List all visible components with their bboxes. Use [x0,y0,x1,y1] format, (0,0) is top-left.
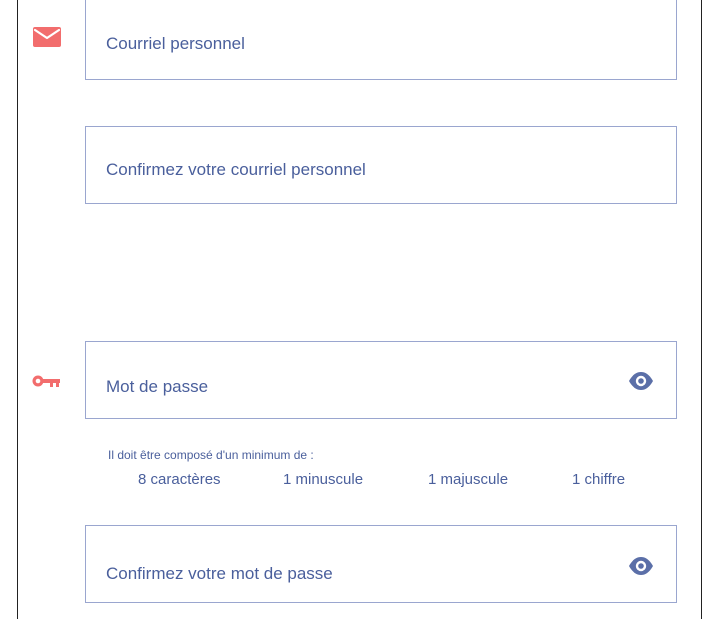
personal-email-placeholder: Courriel personnel [106,34,245,53]
requirement-lowercase: 1 minuscule [283,471,364,488]
eye-icon[interactable] [628,556,654,576]
eye-icon[interactable] [628,371,654,391]
confirm-password-field[interactable]: Confirmez votre mot de passe [85,525,677,603]
requirement-characters: 8 caractères [138,471,221,488]
requirement-uppercase: 1 majuscule [428,471,509,488]
personal-email-field[interactable]: Courriel personnel [85,0,677,80]
key-icon [32,374,62,388]
password-placeholder: Mot de passe [106,377,209,396]
requirement-digit: 1 chiffre [572,471,626,488]
mail-icon [33,27,61,47]
password-field[interactable]: Mot de passe [85,341,677,419]
confirm-email-field[interactable]: Confirmez votre courriel personnel [85,126,677,204]
confirm-password-placeholder: Confirmez votre mot de passe [106,564,333,583]
frame-right-border [701,0,702,619]
confirm-email-placeholder: Confirmez votre courriel personnel [106,160,366,179]
frame-left-border [17,0,18,619]
password-requirements-title: Il doit être composé d'un minimum de : [108,448,314,462]
